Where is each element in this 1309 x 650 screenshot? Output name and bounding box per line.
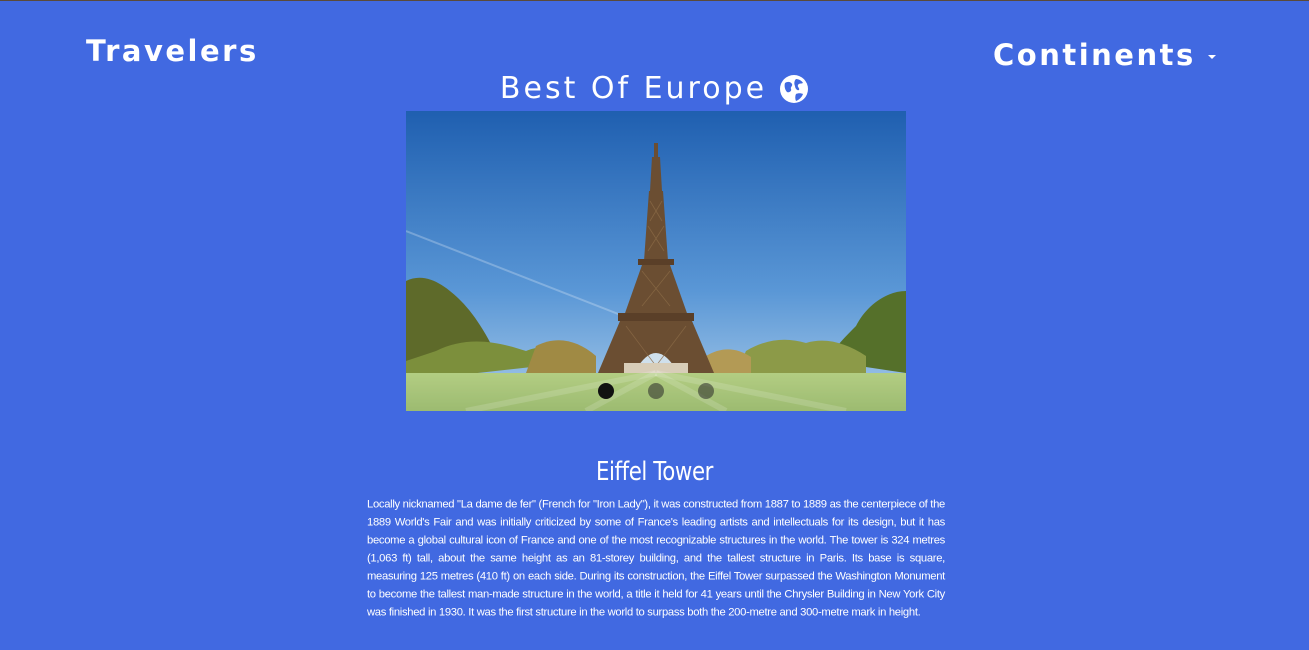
carousel-indicators	[406, 383, 906, 399]
article-body: Locally nicknamed "La dame de fer" (Fren…	[367, 497, 945, 619]
page-title: Best Of Europe	[499, 71, 768, 106]
carousel-dot-2[interactable]	[648, 383, 664, 399]
carousel-dot-1[interactable]	[598, 383, 614, 399]
article-title: Eiffel Tower	[595, 457, 714, 487]
image-carousel[interactable]	[406, 111, 906, 411]
eiffel-tower-photo	[406, 111, 906, 411]
continents-dropdown[interactable]: Continents	[993, 38, 1216, 72]
caret-down-icon	[1207, 55, 1216, 59]
globe-icon	[780, 74, 809, 103]
page: Travelers Continents Best Of Europe Eiff…	[0, 0, 1309, 650]
carousel-dot-3[interactable]	[698, 383, 714, 399]
brand-logo-link[interactable]: Travelers	[86, 34, 259, 68]
hero-heading: Best Of Europe	[0, 71, 1309, 106]
continents-dropdown-label: Continents	[993, 38, 1196, 72]
